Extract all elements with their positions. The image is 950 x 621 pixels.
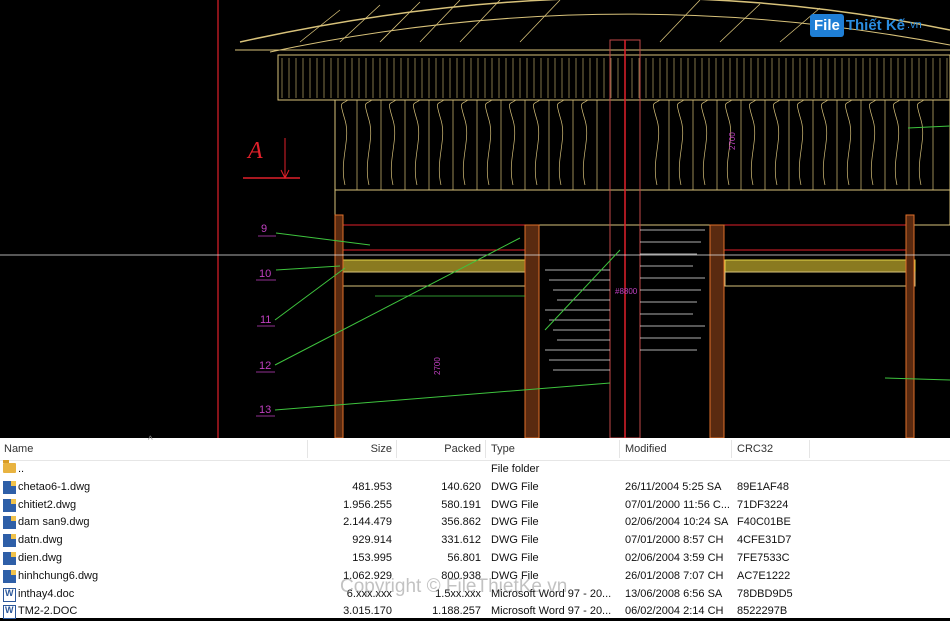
column-right bbox=[905, 214, 915, 438]
svg-text:10: 10 bbox=[259, 268, 271, 280]
eave-slats bbox=[281, 58, 948, 98]
column-mid-right bbox=[709, 224, 725, 438]
column-header-row: Name ^ Size Packed Type Modified CRC32 bbox=[0, 435, 950, 461]
svg-text:9: 9 bbox=[261, 223, 267, 235]
dwg-file-icon bbox=[3, 551, 16, 565]
roof-trusses bbox=[299, 0, 821, 43]
svg-text:13: 13 bbox=[259, 404, 271, 416]
balustrades bbox=[341, 99, 934, 190]
dim-text: 2700 bbox=[728, 132, 737, 150]
column-mid-left bbox=[524, 224, 540, 438]
dim-text: #8800 bbox=[615, 287, 638, 296]
dwg-file-icon bbox=[3, 516, 16, 530]
header-crc32[interactable]: CRC32 bbox=[737, 443, 773, 455]
cad-drawing: A 9 10 11 12 13 2700 2700 #8800 bbox=[0, 0, 950, 438]
dwg-file-icon bbox=[3, 480, 16, 494]
list-item[interactable]: chetao6-1.dwg 481.953 140.620 DWG File 2… bbox=[0, 479, 950, 497]
logo-box: File bbox=[810, 13, 844, 37]
callout-numbers: 9 10 11 12 13 bbox=[259, 223, 271, 416]
list-item[interactable]: dam san9.dwg 2.144.479 356.862 DWG File … bbox=[0, 514, 950, 532]
floor-slab-left bbox=[337, 259, 529, 273]
filethietke-logo: File Thiết Kế .vn bbox=[810, 10, 922, 40]
folder-icon bbox=[3, 460, 16, 473]
word-doc-icon bbox=[3, 587, 16, 602]
logo-name: Thiết Kế bbox=[845, 16, 906, 34]
floor-slab-right bbox=[724, 259, 916, 273]
balcony-rail bbox=[334, 189, 950, 226]
dim-text: 2700 bbox=[433, 357, 442, 375]
sort-chevron-icon: ^ bbox=[148, 435, 153, 446]
svg-text:12: 12 bbox=[259, 360, 271, 372]
list-item[interactable]: chitiet2.dwg 1.956.255 580.191 DWG File … bbox=[0, 497, 950, 515]
dwg-file-icon bbox=[3, 569, 16, 583]
copyright-watermark: Copyright © FileThietKe.vn bbox=[340, 576, 568, 597]
balcony-panel bbox=[334, 99, 950, 191]
svg-text:11: 11 bbox=[260, 314, 271, 326]
dwg-file-icon bbox=[3, 498, 16, 512]
beam-left bbox=[339, 224, 531, 251]
dwg-file-icon bbox=[3, 534, 16, 548]
section-label: A bbox=[246, 138, 263, 164]
beam-right bbox=[719, 224, 911, 251]
cad-drawing-viewport: A 9 10 11 12 13 2700 2700 #8800 File Thi… bbox=[0, 0, 950, 438]
header-size[interactable]: Size bbox=[371, 443, 392, 455]
header-packed[interactable]: Packed bbox=[444, 443, 481, 455]
list-item[interactable]: datn.dwg 929.914 331.612 DWG File 07/01/… bbox=[0, 532, 950, 550]
word-doc-icon bbox=[3, 605, 16, 620]
list-item[interactable]: .. File folder bbox=[0, 460, 950, 479]
header-modified[interactable]: Modified bbox=[625, 443, 667, 455]
logo-domain: .vn bbox=[907, 19, 922, 31]
header-type[interactable]: Type bbox=[491, 443, 515, 455]
list-item[interactable]: dien.dwg 153.995 56.801 DWG File 02/06/2… bbox=[0, 550, 950, 568]
header-name[interactable]: Name bbox=[4, 443, 33, 455]
list-item[interactable]: TM2-2.DOC 3.015.170 1.188.257 Microsoft … bbox=[0, 603, 950, 621]
